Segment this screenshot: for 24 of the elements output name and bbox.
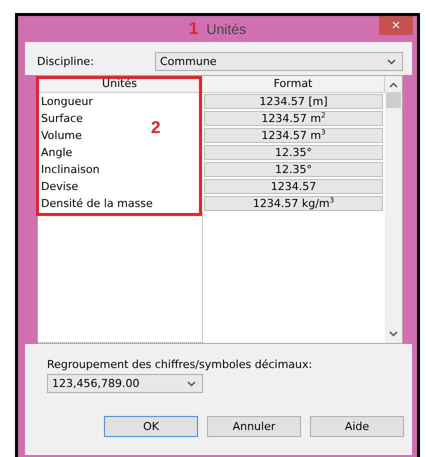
format-button[interactable]: 1234.57 m$^{2}$ [204, 111, 383, 126]
chevron-up-icon [389, 82, 398, 88]
close-button[interactable]: × [379, 16, 413, 35]
grouping-label: Regroupement des chiffres/symboles décimaux: [47, 358, 314, 371]
scroll-thumb[interactable] [386, 92, 401, 108]
format-button[interactable]: 1234.57 kg/m$^{3}$ [204, 196, 383, 211]
grouping-dropdown[interactable]: 123,456,789.00 [47, 374, 203, 393]
help-button[interactable]: Aide [310, 416, 404, 437]
chevron-down-icon [187, 380, 196, 386]
cancel-button[interactable]: Annuler [207, 416, 301, 437]
chevron-down-icon [389, 331, 398, 337]
format-button[interactable]: 1234.57 m$^{3}$ [204, 128, 383, 143]
scrollbar[interactable] [385, 76, 402, 343]
window-title: Unités [206, 21, 246, 37]
discipline-label: Discipline: [37, 55, 95, 68]
annotation-number: 1 [188, 19, 198, 39]
format-button[interactable]: 1234.57 [m] [204, 94, 383, 109]
format-button[interactable]: 12.35° [204, 145, 383, 160]
column-header: Format [202, 76, 385, 93]
ok-button[interactable]: OK [104, 416, 198, 437]
chevron-down-icon [387, 58, 396, 64]
discipline-dropdown[interactable]: Commune [155, 52, 403, 71]
format-button[interactable]: 1234.57 [204, 179, 383, 194]
format-button[interactable]: 12.35° [204, 162, 383, 177]
